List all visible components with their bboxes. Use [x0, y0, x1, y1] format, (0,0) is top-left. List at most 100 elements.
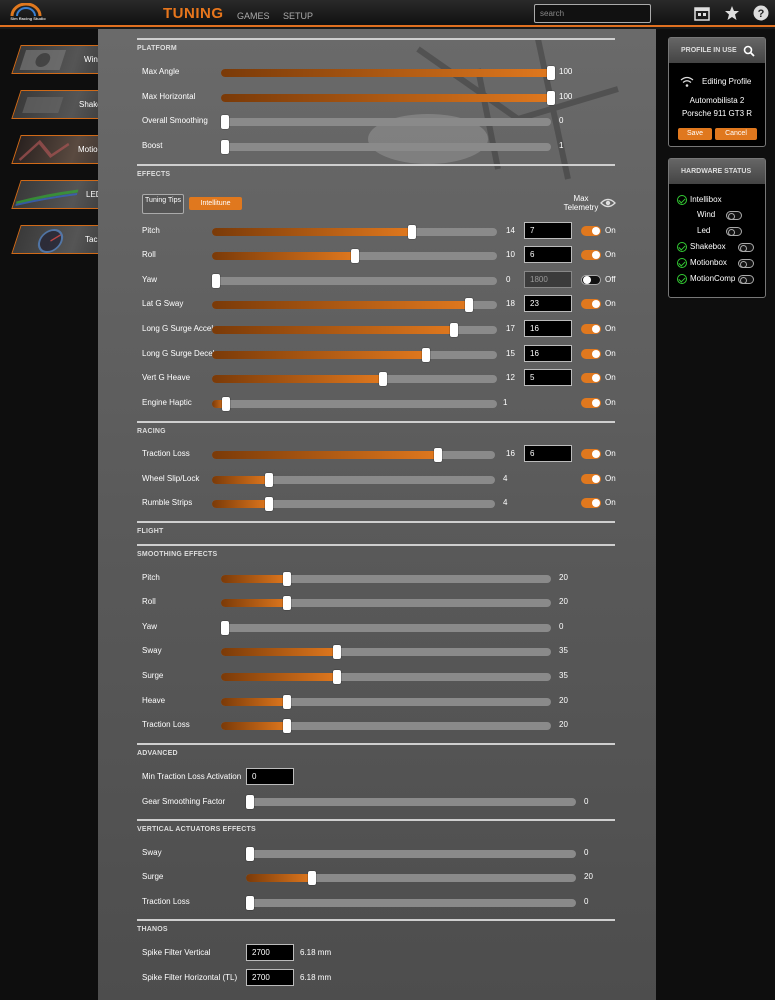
- slider-thumb[interactable]: [264, 497, 273, 511]
- slider-thumb[interactable]: [283, 596, 291, 610]
- effects-row-input[interactable]: 16: [524, 320, 572, 337]
- hardware-item-toggle[interactable]: [738, 259, 754, 268]
- nav-setup[interactable]: SETUP: [283, 11, 313, 21]
- thanos-row-input[interactable]: 2700: [246, 944, 294, 961]
- slider-thumb[interactable]: [308, 871, 316, 885]
- effects-row-slider[interactable]: [212, 323, 497, 337]
- effects-row-input[interactable]: 23: [524, 295, 572, 312]
- smoothing-row-slider[interactable]: [221, 621, 551, 635]
- slider-thumb[interactable]: [547, 91, 555, 105]
- slider-thumb[interactable]: [246, 795, 254, 809]
- smoothing-row-slider[interactable]: [221, 645, 551, 659]
- effects-row-slider[interactable]: [212, 348, 497, 362]
- effects-row-input[interactable]: 5: [524, 369, 572, 386]
- slider-thumb[interactable]: [221, 621, 229, 635]
- slider-thumb[interactable]: [283, 719, 291, 733]
- racing-row-toggle[interactable]: [581, 498, 601, 508]
- hardware-item-toggle[interactable]: [738, 275, 754, 284]
- smoothing-row-slider[interactable]: [221, 695, 551, 709]
- effects-row-toggle-label: On: [605, 373, 616, 382]
- platform-row-slider[interactable]: [221, 66, 555, 80]
- slider-thumb[interactable]: [221, 115, 229, 129]
- effects-row-toggle-label: On: [605, 226, 616, 235]
- vertical-row-slider[interactable]: [246, 871, 576, 885]
- effects-row-toggle[interactable]: [581, 373, 601, 383]
- slider-thumb[interactable]: [264, 473, 273, 487]
- save-button[interactable]: Save: [678, 128, 712, 140]
- slider-thumb[interactable]: [350, 249, 359, 263]
- thanos-row-input[interactable]: 2700: [246, 969, 294, 986]
- slider-thumb[interactable]: [407, 225, 416, 239]
- profile-game-name: Automobilista 2: [689, 96, 745, 105]
- effects-row-toggle[interactable]: [581, 324, 601, 334]
- smoothing-row-slider[interactable]: [221, 572, 551, 586]
- calendar-icon[interactable]: [694, 5, 710, 21]
- slider-thumb[interactable]: [450, 323, 459, 337]
- thanos-row-unit: 6.18 mm: [300, 948, 332, 957]
- platform-row-slider[interactable]: [221, 115, 551, 129]
- effects-row-slider[interactable]: [212, 298, 497, 312]
- racing-row-slider[interactable]: [212, 497, 495, 511]
- slider-thumb[interactable]: [464, 298, 473, 312]
- slider-thumb[interactable]: [246, 847, 254, 861]
- slider-thumb[interactable]: [222, 397, 231, 411]
- min-traction-input[interactable]: 0: [246, 768, 294, 785]
- effects-row-input[interactable]: 16: [524, 345, 572, 362]
- star-icon[interactable]: [724, 5, 740, 21]
- slider-thumb[interactable]: [283, 695, 291, 709]
- racing-row-slider[interactable]: [212, 448, 495, 462]
- slider-thumb[interactable]: [332, 645, 341, 659]
- racing-row-slider[interactable]: [212, 473, 495, 487]
- slider-thumb[interactable]: [283, 572, 291, 586]
- slider-thumb[interactable]: [246, 896, 254, 910]
- effects-row-slider[interactable]: [212, 274, 497, 288]
- smoothing-row-slider[interactable]: [221, 670, 551, 684]
- racing-row-toggle[interactable]: [581, 474, 601, 484]
- vertical-row-slider[interactable]: [246, 896, 576, 910]
- intellitune-button[interactable]: Intellitune: [189, 197, 242, 210]
- app-logo[interactable]: Sim Racing Studio: [8, 3, 46, 23]
- effects-row-slider[interactable]: [212, 372, 497, 386]
- cancel-button[interactable]: Cancel: [715, 128, 757, 140]
- slider-thumb[interactable]: [221, 140, 229, 154]
- platform-row-slider[interactable]: [221, 91, 555, 105]
- search-icon[interactable]: [743, 45, 755, 57]
- tuning-tips-button[interactable]: Tuning Tips: [142, 194, 184, 214]
- slider-thumb[interactable]: [212, 274, 220, 288]
- flight-divider: [137, 521, 615, 523]
- effects-row-input[interactable]: 7: [524, 222, 572, 239]
- hardware-item-label: Shakebox: [690, 242, 726, 251]
- eye-icon[interactable]: [600, 198, 616, 208]
- racing-row-toggle[interactable]: [581, 449, 601, 459]
- smoothing-row-slider[interactable]: [221, 596, 551, 610]
- help-icon[interactable]: ?: [753, 5, 769, 21]
- slider-thumb[interactable]: [421, 348, 430, 362]
- effects-row-toggle-label: On: [605, 349, 616, 358]
- effects-row-toggle[interactable]: [581, 250, 601, 260]
- nav-tuning[interactable]: TUNING: [163, 5, 224, 22]
- hardware-item-toggle[interactable]: [726, 227, 742, 236]
- effects-row-toggle[interactable]: [581, 299, 601, 309]
- vertical-row-slider[interactable]: [246, 847, 576, 861]
- effects-row-input[interactable]: 6: [524, 246, 572, 263]
- slider-thumb[interactable]: [332, 670, 341, 684]
- smoothing-row-slider[interactable]: [221, 719, 551, 733]
- hardware-item-toggle[interactable]: [738, 243, 754, 252]
- slider-thumb[interactable]: [379, 372, 387, 386]
- effects-row-toggle[interactable]: [581, 349, 601, 359]
- effects-row-slider[interactable]: [212, 225, 497, 239]
- effects-row-toggle[interactable]: [581, 226, 601, 236]
- search-input[interactable]: [534, 4, 651, 23]
- slider-thumb[interactable]: [434, 448, 443, 462]
- slider-thumb[interactable]: [547, 66, 555, 80]
- effects-row-slider[interactable]: [212, 249, 497, 263]
- platform-row-slider[interactable]: [221, 140, 551, 154]
- effects-row-toggle[interactable]: [581, 275, 601, 285]
- effects-row-slider[interactable]: [212, 397, 497, 411]
- thanos-section-title: THANOS: [137, 926, 168, 933]
- effects-row-toggle[interactable]: [581, 398, 601, 408]
- gear-smoothing-slider[interactable]: [246, 795, 576, 809]
- racing-row-input[interactable]: 6: [524, 445, 572, 462]
- hardware-item-toggle[interactable]: [726, 211, 742, 220]
- nav-games[interactable]: GAMES: [237, 11, 270, 21]
